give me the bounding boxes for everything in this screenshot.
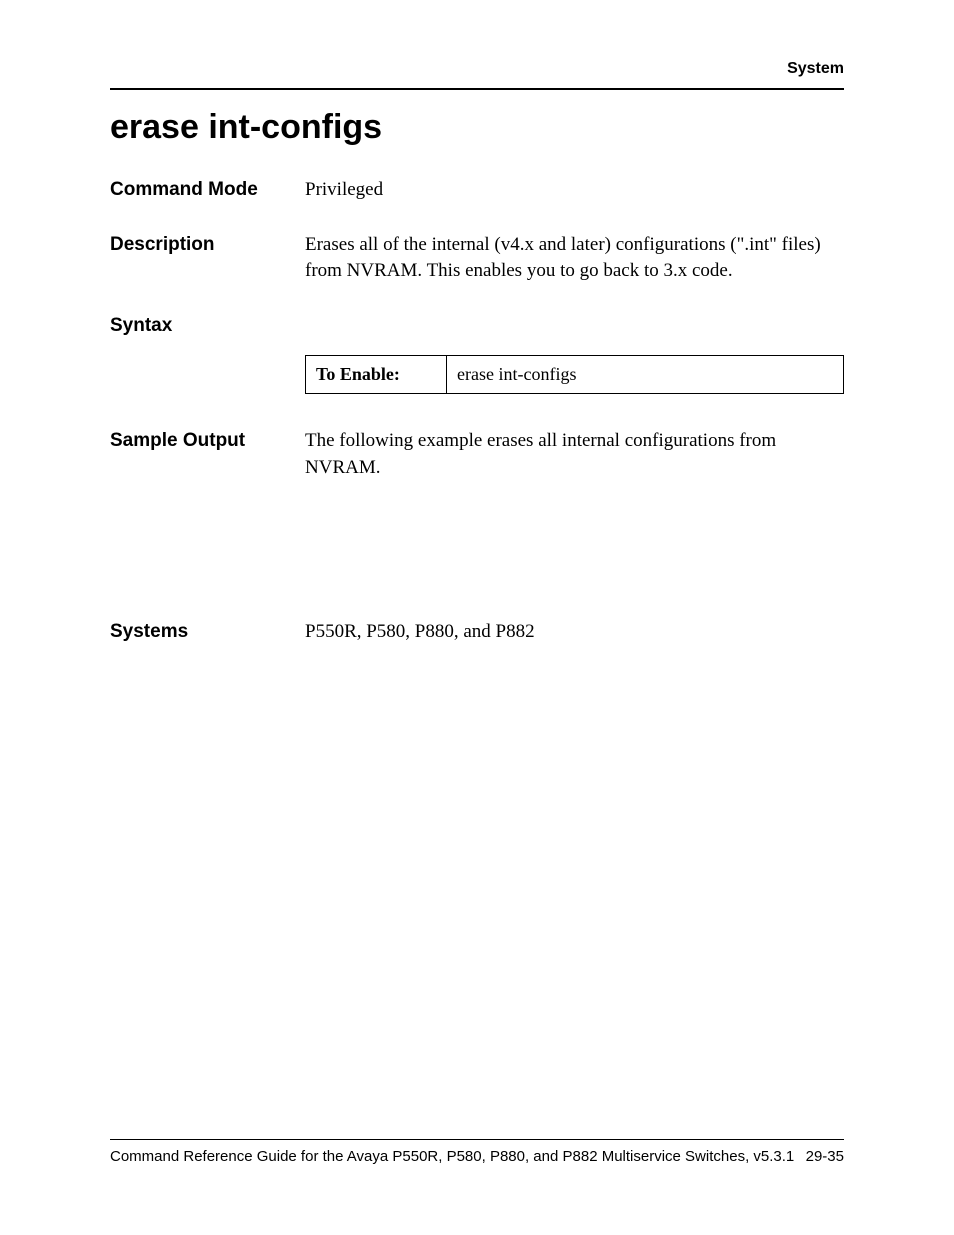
label-command-mode: Command Mode — [110, 177, 305, 201]
label-sample-output: Sample Output — [110, 428, 305, 452]
page-footer: Command Reference Guide for the Avaya P5… — [110, 1139, 844, 1165]
page: System erase int-configs Command Mode Pr… — [0, 0, 954, 1235]
row-systems: Systems P550R, P580, P880, and P882 — [110, 619, 844, 646]
row-command-mode: Command Mode Privileged — [110, 177, 844, 204]
footer-rule — [110, 1139, 844, 1140]
value-command-mode: Privileged — [305, 177, 844, 204]
footer-right: 29-35 — [806, 1148, 844, 1165]
row-description: Description Erases all of the internal (… — [110, 232, 844, 285]
value-description: Erases all of the internal (v4.x and lat… — [305, 232, 844, 285]
row-syntax-table: To Enable: erase int-configs — [110, 355, 844, 394]
row-sample-output: Sample Output The following example eras… — [110, 428, 844, 481]
header-section-label: System — [110, 60, 844, 78]
page-title: erase int-configs — [110, 108, 844, 147]
header-rule — [110, 88, 844, 90]
footer-left: Command Reference Guide for the Avaya P5… — [110, 1148, 794, 1165]
label-description: Description — [110, 232, 305, 256]
row-syntax: Syntax — [110, 313, 844, 337]
syntax-table-left: To Enable: — [306, 355, 447, 393]
spacer-syntax — [110, 355, 305, 357]
syntax-table-right: erase int-configs — [447, 355, 844, 393]
syntax-table-wrap: To Enable: erase int-configs — [305, 355, 844, 394]
vertical-gap — [110, 509, 844, 619]
label-systems: Systems — [110, 619, 305, 643]
label-syntax: Syntax — [110, 313, 305, 337]
value-systems: P550R, P580, P880, and P882 — [305, 619, 844, 646]
syntax-table: To Enable: erase int-configs — [305, 355, 844, 394]
value-sample-output: The following example erases all interna… — [305, 428, 844, 481]
